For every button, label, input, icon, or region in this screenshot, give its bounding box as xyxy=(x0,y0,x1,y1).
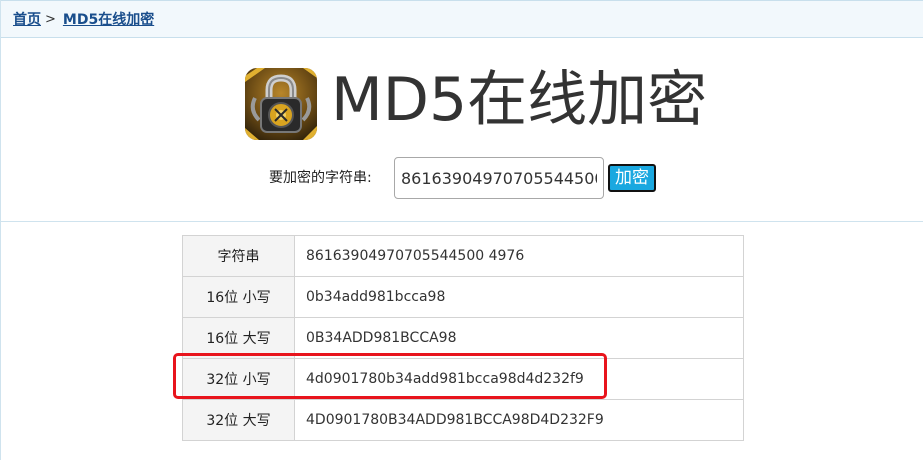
table-row: 32位 大写 4D0901780B34ADD981BCCA98D4D232F9 xyxy=(182,399,744,441)
input-label: 要加密的字符串: xyxy=(269,170,372,186)
row-value: 4D0901780B34ADD981BCCA98D4D232F9 xyxy=(294,399,744,441)
breadcrumb-home-link[interactable]: 首页 xyxy=(13,9,41,29)
row-value: 0b34add981bcca98 xyxy=(294,276,744,318)
breadcrumb: 首页 > MD5在线加密 xyxy=(1,0,923,38)
row-value: 86163904970705544500 4976 xyxy=(294,235,744,277)
page-title: MD5在线加密 xyxy=(331,65,708,135)
breadcrumb-current-link[interactable]: MD5在线加密 xyxy=(63,9,154,29)
row-label: 16位 大写 xyxy=(182,317,295,359)
row-value: 0B34ADD981BCCA98 xyxy=(294,317,744,359)
result-table: 字符串 86163904970705544500 4976 16位 小写 0b3… xyxy=(182,235,744,441)
row-label: 32位 小写 xyxy=(182,358,295,400)
string-input[interactable] xyxy=(394,157,604,199)
md5-page: 首页 > MD5在线加密 MD5在线加密 要加密的字符串: 加密 字符串 xyxy=(0,0,923,460)
table-row: 16位 小写 0b34add981bcca98 xyxy=(182,276,744,318)
row-value: 4d0901780b34add981bcca98d4d232f9 xyxy=(294,358,744,400)
row-label: 16位 小写 xyxy=(182,276,295,318)
padlock-icon xyxy=(245,68,317,140)
breadcrumb-separator: > xyxy=(45,11,56,27)
table-row: 16位 大写 0B34ADD981BCCA98 xyxy=(182,317,744,359)
row-label: 字符串 xyxy=(182,235,295,277)
table-row: 字符串 86163904970705544500 4976 xyxy=(182,235,744,277)
hero-section: MD5在线加密 要加密的字符串: 加密 xyxy=(1,38,923,222)
table-row: 32位 小写 4d0901780b34add981bcca98d4d232f9 xyxy=(182,358,744,400)
row-label: 32位 大写 xyxy=(182,399,295,441)
encrypt-button[interactable]: 加密 xyxy=(608,164,656,192)
